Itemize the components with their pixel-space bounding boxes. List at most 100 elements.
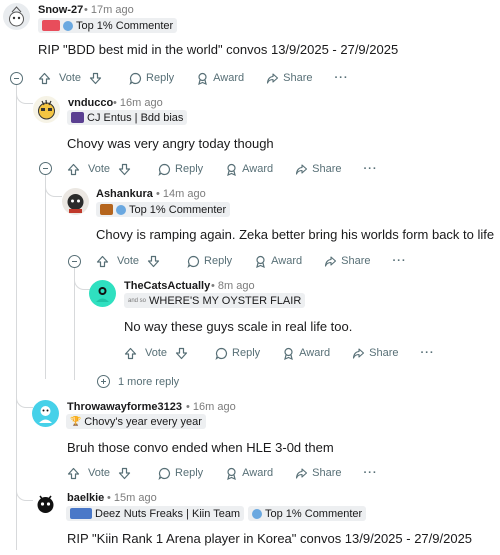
share-button[interactable]: Share (295, 163, 342, 176)
flair-text: Chovy's year every year (84, 415, 202, 428)
share-button[interactable]: Share (324, 255, 371, 268)
avatar[interactable] (62, 188, 89, 215)
share-icon (353, 347, 365, 359)
username[interactable]: Ashankura (96, 188, 153, 200)
reply-label: Reply (204, 255, 233, 267)
comment-actions: Vote Reply Award Share ··· (124, 343, 435, 363)
user-flair: and so WHERE'S MY OYSTER FLAIR (124, 293, 306, 308)
thread-elbow (74, 267, 91, 290)
flair-text: Deez Nuts Freaks | Kiin Team (95, 507, 241, 520)
award-icon (284, 347, 294, 360)
upvote-icon (67, 467, 80, 479)
username[interactable]: TheCatsActually (124, 280, 210, 292)
comment-actions: Vote Reply Award Share ··· (38, 68, 349, 88)
avatar[interactable] (3, 3, 30, 30)
share-label: Share (369, 347, 399, 359)
vote-control[interactable]: Vote (124, 347, 188, 360)
avatar[interactable] (33, 96, 60, 123)
comment-actions: Vote Reply Award Share ··· (67, 159, 378, 179)
share-button[interactable]: Share (295, 467, 342, 480)
username[interactable]: vnducco (68, 97, 113, 109)
share-icon (296, 467, 308, 479)
reply-label: Reply (232, 347, 261, 359)
team-logo-icon (100, 204, 113, 215)
award-button[interactable]: Award (196, 72, 244, 85)
share-label: Share (341, 255, 371, 267)
flair-text: WHERE'S MY OYSTER FLAIR (149, 294, 302, 307)
flair-text: Top 1% Commenter (129, 203, 227, 216)
share-button[interactable]: Share (352, 347, 399, 360)
award-icon (256, 255, 266, 268)
comment-bubble-icon (215, 347, 228, 360)
reply-button[interactable]: Reply (158, 467, 203, 480)
comment-body: Chovy is ramping again. Zeka better brin… (96, 227, 495, 242)
award-button[interactable]: Award (282, 347, 330, 360)
user-flair: Top 1% Commenter (38, 18, 178, 33)
award-label: Award (213, 72, 245, 84)
vote-label: Vote (88, 163, 111, 175)
timestamp: • 8m ago (211, 280, 255, 292)
more-options-button[interactable]: ··· (335, 72, 349, 84)
vote-label: Vote (145, 347, 168, 359)
downvote-icon (118, 163, 131, 175)
flair-emoji-icon: 🏆 (70, 416, 82, 426)
vote-label: Vote (117, 255, 140, 267)
timestamp: • 14m ago (156, 188, 206, 200)
timestamp: • 15m ago (107, 492, 157, 504)
vote-control[interactable]: Vote (67, 163, 131, 176)
downvote-icon (89, 72, 102, 84)
avatar[interactable] (89, 280, 116, 307)
award-button[interactable]: Award (254, 255, 302, 268)
collapse-thread-button[interactable] (39, 162, 52, 175)
reply-button[interactable]: Reply (129, 72, 174, 85)
thread-elbow (16, 85, 33, 104)
award-label: Award (271, 255, 303, 267)
award-icon (227, 163, 237, 176)
vote-control[interactable]: Vote (96, 255, 160, 268)
reply-button[interactable]: Reply (187, 255, 232, 268)
team-logo-icon (70, 508, 92, 519)
share-label: Share (312, 467, 342, 479)
load-more-replies[interactable]: 1 more reply (97, 375, 179, 388)
more-options-button[interactable]: ··· (393, 255, 407, 267)
upvote-icon (67, 163, 80, 175)
upvote-icon (38, 72, 51, 84)
thread-elbow (45, 174, 62, 197)
vote-control[interactable]: Vote (67, 467, 131, 480)
more-options-button[interactable]: ··· (364, 467, 378, 479)
username[interactable]: Throwawayforme3123 (67, 401, 182, 413)
avatar[interactable] (32, 492, 59, 519)
user-flair: Top 1% Commenter (96, 202, 231, 217)
share-label: Share (283, 72, 313, 84)
reply-label: Reply (146, 72, 175, 84)
flair-text: Top 1% Commenter (76, 19, 174, 32)
share-button[interactable]: Share (266, 72, 313, 85)
upvote-icon (124, 347, 137, 359)
username[interactable]: baelkie (67, 492, 104, 504)
vote-control[interactable]: Vote (38, 72, 102, 85)
more-options-button[interactable]: ··· (421, 347, 435, 359)
award-icon (198, 72, 208, 85)
more-options-button[interactable]: ··· (364, 163, 378, 175)
downvote-icon (175, 347, 188, 359)
timestamp: • 16m ago (186, 401, 236, 413)
collapse-thread-button[interactable] (10, 72, 23, 85)
thread-line (45, 174, 46, 379)
more-replies-label: 1 more reply (118, 375, 180, 388)
comment-bubble-icon (158, 467, 171, 480)
award-button[interactable]: Award (225, 163, 273, 176)
vote-label: Vote (88, 467, 111, 479)
award-label: Award (242, 467, 274, 479)
avatar[interactable] (32, 400, 59, 427)
share-label: Share (312, 163, 342, 175)
user-flair: Top 1% Commenter (248, 506, 367, 521)
reply-button[interactable]: Reply (215, 347, 260, 360)
collapse-thread-button[interactable] (68, 255, 81, 268)
team-logo-icon (42, 20, 60, 31)
top-commenter-icon (63, 20, 73, 31)
username[interactable]: Snow-27 (38, 4, 83, 16)
award-button[interactable]: Award (225, 467, 273, 480)
award-icon (227, 467, 237, 480)
reply-button[interactable]: Reply (158, 163, 203, 176)
flair-text: Top 1% Commenter (265, 507, 363, 520)
